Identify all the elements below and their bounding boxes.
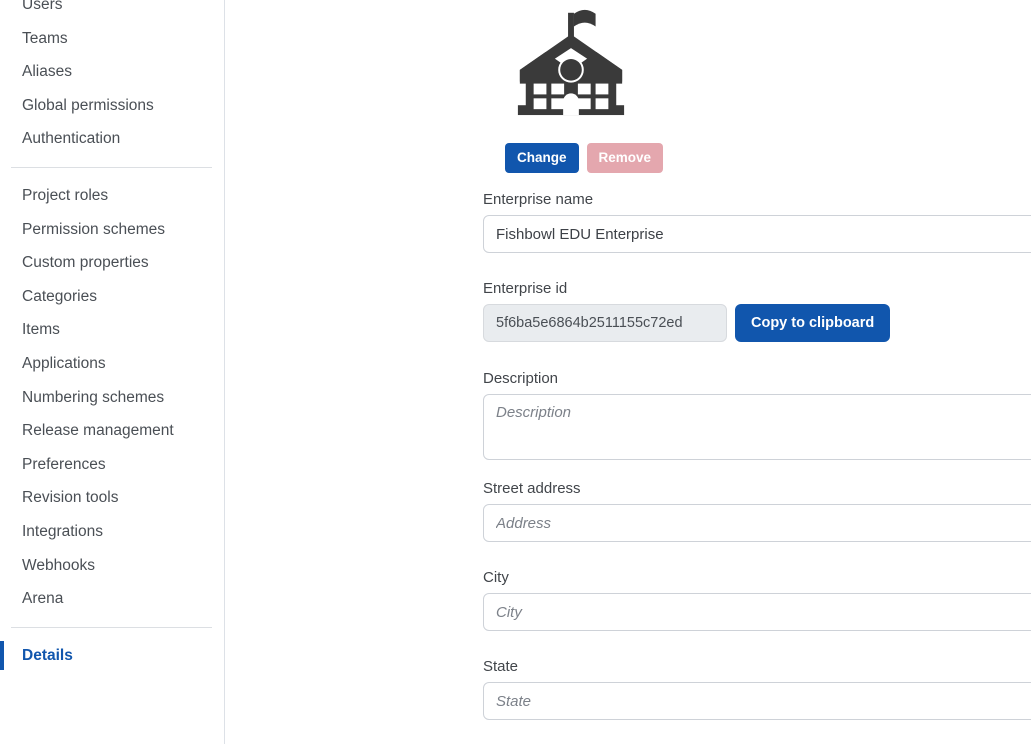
sidebar-item-label: Users [22,0,63,14]
active-indicator-bar [0,640,4,671]
sidebar-item-webhooks[interactable]: Webhooks [0,549,224,583]
sidebar-item-label: Applications [22,354,106,372]
state-label: State [483,658,519,675]
sidebar-divider-1 [11,166,212,168]
sidebar-item-label: Preferences [22,455,106,473]
sidebar-item-aliases[interactable]: Aliases [0,55,224,89]
street-address-input[interactable] [483,504,1031,542]
sidebar-item-permission-schemes[interactable]: Permission schemes [0,213,224,247]
sidebar-item-label: Release management [22,422,174,440]
copy-to-clipboard-button[interactable]: Copy to clipboard [735,304,891,342]
sidebar-item-label: Aliases [22,63,72,81]
sidebar-item-arena[interactable]: Arena [0,582,224,616]
sidebar-item-preferences[interactable]: Preferences [0,448,224,482]
sidebar-item-revision-tools[interactable]: Revision tools [0,481,224,515]
sidebar-item-details[interactable]: Details [0,639,224,673]
sidebar-item-users[interactable]: Users [0,0,224,22]
city-label: City [483,569,509,586]
sidebar-item-label: Categories [22,287,97,305]
sidebar-item-global-permissions[interactable]: Global permissions [0,89,224,123]
sidebar-item-label: Webhooks [22,556,95,574]
description-label: Description [483,370,559,387]
school-building-icon [517,9,625,116]
enterprise-details-form: Change Remove Enterprise name Enterprise… [225,0,1031,744]
city-field: City [483,570,1031,631]
description-textarea[interactable] [483,394,1031,460]
settings-page: Users Teams Aliases Global permissions A… [0,0,1031,744]
sidebar-group-configuration: Project roles Permission schemes Custom … [0,179,224,616]
sidebar-item-applications[interactable]: Applications [0,347,224,381]
sidebar-item-label: Items [22,321,60,339]
sidebar-item-label: Details [22,646,73,664]
sidebar-item-custom-properties[interactable]: Custom properties [0,246,224,280]
sidebar-item-teams[interactable]: Teams [0,22,224,56]
sidebar-item-label: Custom properties [22,254,149,272]
sidebar-item-integrations[interactable]: Integrations [0,515,224,549]
sidebar-item-authentication[interactable]: Authentication [0,122,224,156]
state-input[interactable] [483,682,1031,720]
enterprise-id-input[interactable] [483,304,727,342]
sidebar-item-label: Permission schemes [22,220,165,238]
enterprise-name-input[interactable] [483,215,1031,253]
logo-actions: Change Remove [505,143,664,173]
remove-logo-button[interactable]: Remove [586,143,664,173]
settings-sidebar: Users Teams Aliases Global permissions A… [0,0,225,744]
sidebar-group-administration: Users Teams Aliases Global permissions A… [0,0,224,156]
sidebar-item-items[interactable]: Items [0,313,224,347]
street-address-label: Street address [483,480,581,497]
description-field: Description [483,371,1031,460]
enterprise-logo [508,0,630,126]
sidebar-item-label: Revision tools [22,489,119,507]
sidebar-item-label: Numbering schemes [22,388,165,406]
sidebar-divider-2 [11,626,212,628]
sidebar-item-label: Project roles [22,187,109,205]
state-field: State [483,659,1031,720]
enterprise-name-field: Enterprise name [483,192,1031,253]
sidebar-item-categories[interactable]: Categories [0,280,224,314]
enterprise-id-label: Enterprise id [483,280,568,297]
city-input[interactable] [483,593,1031,631]
change-logo-button[interactable]: Change [505,143,579,173]
sidebar-group-enterprise: Details [0,639,224,673]
enterprise-id-field: Enterprise id Copy to clipboard [483,281,1031,342]
enterprise-name-label: Enterprise name [483,191,594,208]
sidebar-item-label: Arena [22,590,64,608]
sidebar-item-numbering-schemes[interactable]: Numbering schemes [0,381,224,415]
sidebar-item-label: Global permissions [22,96,154,114]
sidebar-item-label: Integrations [22,522,103,540]
sidebar-item-release-management[interactable]: Release management [0,414,224,448]
sidebar-item-label: Teams [22,29,68,47]
sidebar-item-project-roles[interactable]: Project roles [0,179,224,213]
street-address-field: Street address [483,481,1031,542]
sidebar-item-label: Authentication [22,130,121,148]
enterprise-id-row: Copy to clipboard [483,304,1031,342]
